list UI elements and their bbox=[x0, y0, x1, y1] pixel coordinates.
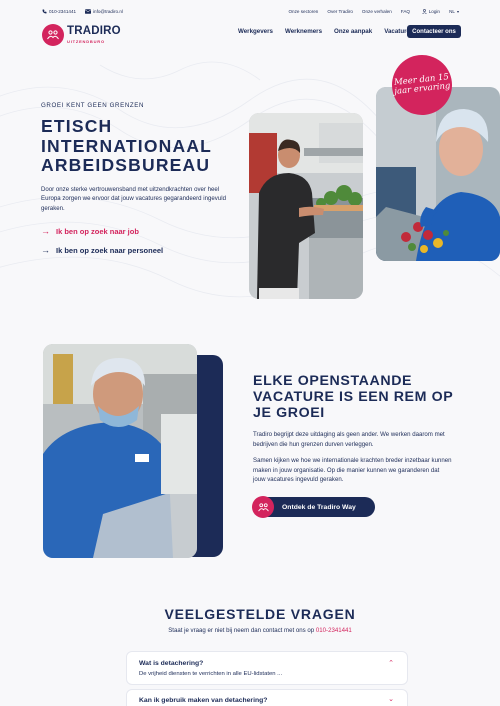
faq-phone-link[interactable]: 010-2341441 bbox=[316, 627, 352, 634]
hero-eyebrow: GROEI KENT GEEN GRENZEN bbox=[41, 102, 145, 109]
faq-subtitle-text: Staat je vraag er niet bij neem dan cont… bbox=[168, 627, 315, 634]
top-links: Onze sectoren Over Tradiro Onze verhalen… bbox=[288, 9, 410, 14]
tradiro-way-button[interactable]: Ontdek de Tradiro Way bbox=[252, 496, 375, 518]
staff-link[interactable]: → Ik ben op zoek naar personeel bbox=[41, 245, 164, 256]
chevron-down-icon: ⌄ bbox=[388, 696, 394, 703]
faq-item-detachering[interactable]: Wat is detachering? De vrijheid diensten… bbox=[126, 651, 408, 685]
logo-name: TRADIRO bbox=[67, 25, 121, 38]
toplink-sectoren[interactable]: Onze sectoren bbox=[288, 9, 318, 14]
language-label: NL bbox=[449, 9, 455, 14]
phone-icon bbox=[42, 9, 47, 14]
section2-paragraph-1: Tradiro begrijpt deze uitdaging als geen… bbox=[253, 431, 445, 448]
nav-onze-aanpak[interactable]: Onze aanpak bbox=[334, 28, 372, 35]
faq-answer: De vrijheid diensten te verrichten in al… bbox=[139, 671, 283, 677]
logo-subtitle: UITZENDBURO bbox=[67, 38, 105, 44]
chevron-down-icon: ▾ bbox=[456, 9, 459, 14]
toplink-verhalen[interactable]: Onze verhalen bbox=[362, 9, 392, 14]
nav-werknemers[interactable]: Werknemers bbox=[285, 28, 322, 35]
toplink-faq[interactable]: FAQ bbox=[401, 9, 410, 14]
tradiro-way-label: Ontdek de Tradiro Way bbox=[282, 503, 356, 511]
faq-question: Wat is detachering? bbox=[139, 660, 204, 667]
mail-icon bbox=[85, 9, 91, 14]
phone-link[interactable]: 010-2341441 bbox=[42, 9, 76, 14]
logo[interactable]: TRADIRO UITZENDBURO bbox=[42, 24, 121, 46]
faq-item-gebruik[interactable]: Kan ik gebruik maken van detachering? ⌄ bbox=[126, 689, 408, 706]
faq-question: Kan ik gebruik maken van detachering? bbox=[139, 697, 268, 704]
faq-subtitle: Staat je vraag er niet bij neem dan cont… bbox=[0, 627, 500, 634]
arrow-right-icon: → bbox=[41, 226, 50, 236]
language-select[interactable]: NL ▾ bbox=[449, 9, 459, 14]
user-icon bbox=[422, 9, 427, 14]
job-link[interactable]: → Ik ben op zoek naar job bbox=[41, 226, 139, 237]
hero-text: Door onze sterke vertrouwensband met uit… bbox=[41, 186, 226, 212]
job-link-label: Ik ben op zoek naar job bbox=[56, 227, 139, 236]
hero-title: ETISCH INTERNATIONAAL ARBEIDSBUREAU bbox=[41, 116, 212, 175]
section2-paragraph-2: Samen kijken we hoe we internationale kr… bbox=[253, 457, 452, 483]
faq-title: VEELGESTELDE VRAGEN bbox=[164, 606, 356, 622]
staff-link-label: Ik ben op zoek naar personeel bbox=[56, 246, 164, 255]
email-link[interactable]: info@tradiro.nl bbox=[85, 9, 123, 14]
contact-button[interactable]: Contacteer ons bbox=[407, 25, 461, 38]
phone-number: 010-2341441 bbox=[49, 9, 77, 14]
toplink-over[interactable]: Over Tradiro bbox=[327, 9, 353, 14]
login-label: Login bbox=[428, 9, 440, 14]
logo-people-icon bbox=[42, 24, 64, 46]
login-link[interactable]: Login bbox=[422, 9, 440, 14]
nav-werkgevers[interactable]: Werkgevers bbox=[238, 28, 273, 35]
top-bar: 010-2341441 info@tradiro.nl Onze sectore… bbox=[0, 0, 500, 22]
people-icon bbox=[252, 496, 274, 518]
arrow-right-icon: → bbox=[41, 245, 50, 255]
hero-photo-worker bbox=[249, 113, 363, 299]
main-nav: Werkgevers Werknemers Onze aanpak Vacatu… bbox=[238, 28, 413, 35]
section-photo-factory-worker bbox=[43, 344, 197, 558]
chevron-up-icon: ⌃ bbox=[388, 660, 394, 667]
section2-title: ELKE OPENSTAANDE VACATURE IS EEN REM OP … bbox=[253, 373, 454, 421]
email-address: info@tradiro.nl bbox=[93, 9, 123, 14]
hero-photo-hairnet-woman bbox=[376, 87, 500, 261]
